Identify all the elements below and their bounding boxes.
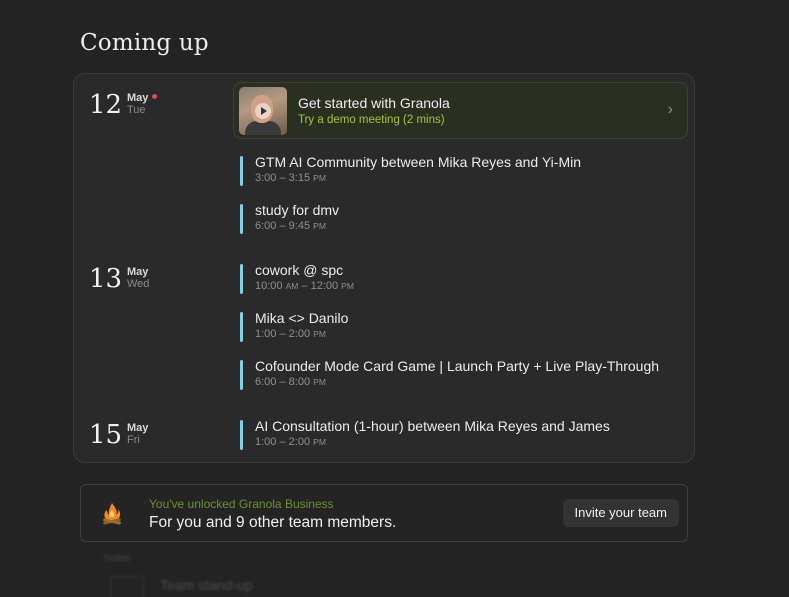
event-color-bar — [240, 264, 243, 294]
event-item[interactable]: study for dmv 6:00 – 9:45 PM — [240, 202, 680, 236]
demo-subtitle: Try a demo meeting (2 mins) — [298, 114, 445, 126]
day-weekday: Fri — [127, 434, 140, 446]
chevron-right-icon: › — [667, 101, 673, 118]
business-body: For you and 9 other team members. — [149, 514, 397, 531]
event-item[interactable]: cowork @ spc 10:00 AM – 12:00 PM — [240, 262, 680, 296]
event-title: Mika <> Danilo — [255, 310, 349, 326]
day-month: May — [127, 92, 149, 104]
event-time: 1:00 – 2:00 PM — [255, 436, 326, 448]
page-title: Coming up — [80, 30, 209, 56]
event-color-bar — [240, 312, 243, 342]
note-date-box — [110, 576, 144, 597]
event-title: GTM AI Community between Mika Reyes and … — [255, 154, 582, 170]
note-title[interactable]: Team stand-up — [160, 577, 253, 593]
campfire-icon — [103, 503, 121, 525]
event-color-bar — [240, 204, 243, 234]
demo-meeting-card[interactable]: Get started with Granola Try a demo meet… — [233, 82, 688, 139]
demo-title: Get started with Granola — [298, 95, 450, 111]
play-icon — [255, 103, 271, 119]
day-month: May — [127, 266, 149, 278]
upcoming-calendar-card: 12 May Tue Get started with Granola Try … — [73, 73, 695, 463]
event-item[interactable]: GTM AI Community between Mika Reyes and … — [240, 154, 680, 188]
day-month: May — [127, 422, 149, 434]
day-number: 15 — [89, 420, 123, 450]
event-color-bar — [240, 420, 243, 450]
demo-video-thumbnail[interactable] — [239, 87, 287, 135]
day-number: 12 — [89, 90, 123, 120]
notes-section-label: Notes — [104, 553, 131, 564]
event-title: Cofounder Mode Card Game | Launch Party … — [255, 358, 660, 374]
event-time: 6:00 – 8:00 PM — [255, 376, 326, 388]
event-title: study for dmv — [255, 202, 340, 218]
event-color-bar — [240, 156, 243, 186]
day-number: 13 — [89, 264, 123, 294]
event-time: 6:00 – 9:45 PM — [255, 220, 326, 232]
event-title: cowork @ spc — [255, 262, 344, 278]
event-item[interactable]: AI Consultation (1-hour) between Mika Re… — [240, 418, 680, 452]
event-color-bar — [240, 360, 243, 390]
event-item[interactable]: Cofounder Mode Card Game | Launch Party … — [240, 358, 680, 392]
day-weekday: Tue — [127, 104, 146, 116]
event-time: 1:00 – 2:00 PM — [255, 328, 326, 340]
event-title: AI Consultation (1-hour) between Mika Re… — [255, 418, 610, 434]
day-weekday: Wed — [127, 278, 150, 290]
business-headline: You've unlocked Granola Business — [149, 497, 334, 511]
faded-notes-section: Notes Team stand-up — [0, 548, 789, 597]
business-unlock-banner: You've unlocked Granola Business For you… — [80, 484, 688, 542]
event-item[interactable]: Mika <> Danilo 1:00 – 2:00 PM — [240, 310, 680, 344]
event-time: 10:00 AM – 12:00 PM — [255, 280, 354, 292]
event-time: 3:00 – 3:15 PM — [255, 172, 326, 184]
invite-team-button[interactable]: Invite your team — [562, 499, 679, 527]
today-dot-indicator — [152, 94, 158, 99]
